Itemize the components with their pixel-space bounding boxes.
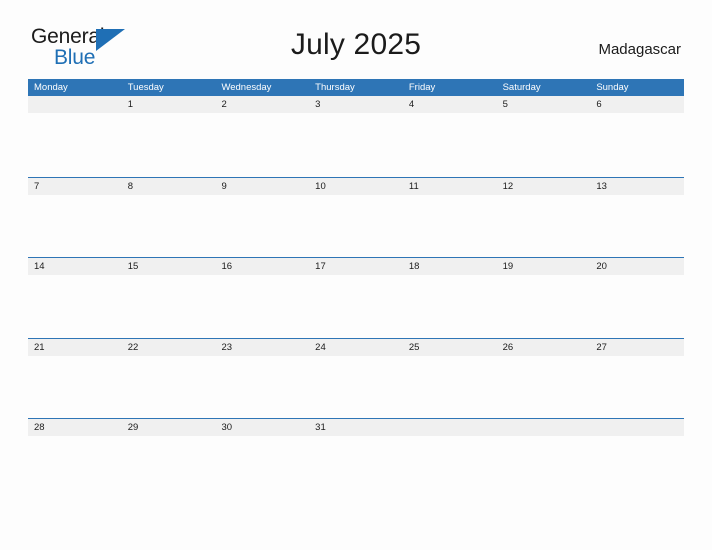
day-cell-date[interactable]: 25 bbox=[403, 339, 497, 356]
day-cell-body[interactable] bbox=[309, 436, 403, 498]
week-date-band: 14 15 16 17 18 19 20 bbox=[28, 258, 684, 275]
weekday-header-sunday: Sunday bbox=[596, 82, 629, 93]
day-cell-date[interactable]: 2 bbox=[215, 96, 309, 113]
day-cell-date[interactable]: 12 bbox=[497, 178, 591, 195]
day-cell-body[interactable] bbox=[309, 356, 403, 418]
day-cell-body[interactable] bbox=[497, 436, 591, 498]
weekday-header-row: Monday Tuesday Wednesday Thursday Friday… bbox=[28, 79, 684, 96]
day-cell-body[interactable] bbox=[497, 356, 591, 418]
weekday-header-tuesday: Tuesday bbox=[127, 82, 164, 93]
week-row: 21 22 23 24 25 26 27 bbox=[28, 337, 684, 419]
day-cell-date[interactable]: 19 bbox=[497, 258, 591, 275]
day-cell-body[interactable] bbox=[215, 275, 309, 337]
day-cell-date[interactable] bbox=[497, 419, 591, 436]
region-label: Madagascar bbox=[598, 41, 681, 58]
day-cell-date[interactable]: 15 bbox=[122, 258, 216, 275]
weekday-header-friday: Friday bbox=[408, 82, 436, 93]
day-cell-body[interactable] bbox=[28, 195, 122, 257]
week-date-band: 7 8 9 10 11 12 13 bbox=[28, 177, 684, 195]
day-cell-date[interactable]: 21 bbox=[28, 339, 122, 356]
day-cell-date[interactable]: 4 bbox=[403, 96, 497, 113]
day-cell-date[interactable]: 8 bbox=[122, 178, 216, 195]
day-cell-date[interactable]: 31 bbox=[309, 419, 403, 436]
day-cell-body[interactable] bbox=[497, 113, 591, 175]
week-date-band: 21 22 23 24 25 26 27 bbox=[28, 338, 684, 356]
day-cell-date[interactable]: 29 bbox=[122, 419, 216, 436]
day-cell-body[interactable] bbox=[122, 195, 216, 257]
day-cell-date[interactable]: 7 bbox=[28, 178, 122, 195]
page-header: General Blue July 2025 Madagascar bbox=[0, 0, 712, 78]
calendar-grid: Monday Tuesday Wednesday Thursday Friday… bbox=[28, 79, 684, 499]
day-cell-date[interactable]: 24 bbox=[309, 339, 403, 356]
day-cell-body[interactable] bbox=[28, 436, 122, 498]
day-cell-body[interactable] bbox=[309, 275, 403, 337]
day-cell-body[interactable] bbox=[215, 113, 309, 175]
day-cell-body[interactable] bbox=[590, 113, 684, 175]
day-cell-body[interactable] bbox=[590, 436, 684, 498]
week-date-band: 1 2 3 4 5 6 bbox=[28, 96, 684, 113]
day-cell-date[interactable] bbox=[403, 419, 497, 436]
day-cell-date[interactable]: 5 bbox=[497, 96, 591, 113]
weekday-header-saturday: Saturday bbox=[502, 82, 541, 93]
weekday-header-thursday: Thursday bbox=[315, 82, 355, 93]
day-cell-date[interactable]: 14 bbox=[28, 258, 122, 275]
day-cell-date[interactable]: 17 bbox=[309, 258, 403, 275]
day-cell-body[interactable] bbox=[28, 356, 122, 418]
day-cell-date[interactable]: 3 bbox=[309, 96, 403, 113]
week-row: 28 29 30 31 bbox=[28, 418, 684, 499]
day-cell-body[interactable] bbox=[403, 275, 497, 337]
day-cell-body[interactable] bbox=[215, 195, 309, 257]
day-cell-date[interactable]: 27 bbox=[590, 339, 684, 356]
day-cell-date[interactable] bbox=[590, 419, 684, 436]
day-cell-body[interactable] bbox=[215, 356, 309, 418]
week-row: 7 8 9 10 11 12 13 bbox=[28, 176, 684, 258]
day-cell-body[interactable] bbox=[403, 436, 497, 498]
day-cell-body[interactable] bbox=[590, 195, 684, 257]
day-cell-body[interactable] bbox=[497, 195, 591, 257]
day-cell-body[interactable] bbox=[122, 113, 216, 175]
day-cell-date[interactable]: 16 bbox=[215, 258, 309, 275]
day-cell-date[interactable]: 26 bbox=[497, 339, 591, 356]
day-cell-date[interactable]: 20 bbox=[590, 258, 684, 275]
day-cell-body[interactable] bbox=[309, 195, 403, 257]
weekday-header-wednesday: Wednesday bbox=[221, 82, 272, 93]
day-cell-body[interactable] bbox=[28, 275, 122, 337]
day-cell-body[interactable] bbox=[122, 275, 216, 337]
day-cell-date[interactable]: 13 bbox=[590, 178, 684, 195]
day-cell-body[interactable] bbox=[215, 436, 309, 498]
week-row: 14 15 16 17 18 19 20 bbox=[28, 257, 684, 338]
day-cell-body[interactable] bbox=[309, 113, 403, 175]
day-cell-date[interactable]: 6 bbox=[590, 96, 684, 113]
week-date-band: 28 29 30 31 bbox=[28, 419, 684, 436]
day-cell-date[interactable]: 18 bbox=[403, 258, 497, 275]
week-event-band bbox=[28, 436, 684, 498]
day-cell-body[interactable] bbox=[122, 436, 216, 498]
day-cell-date[interactable]: 30 bbox=[215, 419, 309, 436]
week-event-band bbox=[28, 113, 684, 175]
day-cell-date[interactable]: 22 bbox=[122, 339, 216, 356]
day-cell-body[interactable] bbox=[590, 356, 684, 418]
day-cell-date[interactable]: 23 bbox=[215, 339, 309, 356]
week-event-band bbox=[28, 356, 684, 418]
weekday-header-monday: Monday bbox=[34, 82, 68, 93]
day-cell-date[interactable]: 1 bbox=[122, 96, 216, 113]
day-cell-date[interactable]: 11 bbox=[403, 178, 497, 195]
day-cell-date[interactable]: 28 bbox=[28, 419, 122, 436]
week-row: 1 2 3 4 5 6 bbox=[28, 96, 684, 177]
week-event-band bbox=[28, 195, 684, 257]
day-cell-body[interactable] bbox=[403, 356, 497, 418]
day-cell-body[interactable] bbox=[403, 195, 497, 257]
week-event-band bbox=[28, 275, 684, 337]
day-cell-body[interactable] bbox=[403, 113, 497, 175]
day-cell-body[interactable] bbox=[28, 113, 122, 175]
day-cell-date[interactable] bbox=[28, 96, 122, 113]
day-cell-date[interactable]: 9 bbox=[215, 178, 309, 195]
day-cell-body[interactable] bbox=[497, 275, 591, 337]
day-cell-date[interactable]: 10 bbox=[309, 178, 403, 195]
day-cell-body[interactable] bbox=[590, 275, 684, 337]
day-cell-body[interactable] bbox=[122, 356, 216, 418]
